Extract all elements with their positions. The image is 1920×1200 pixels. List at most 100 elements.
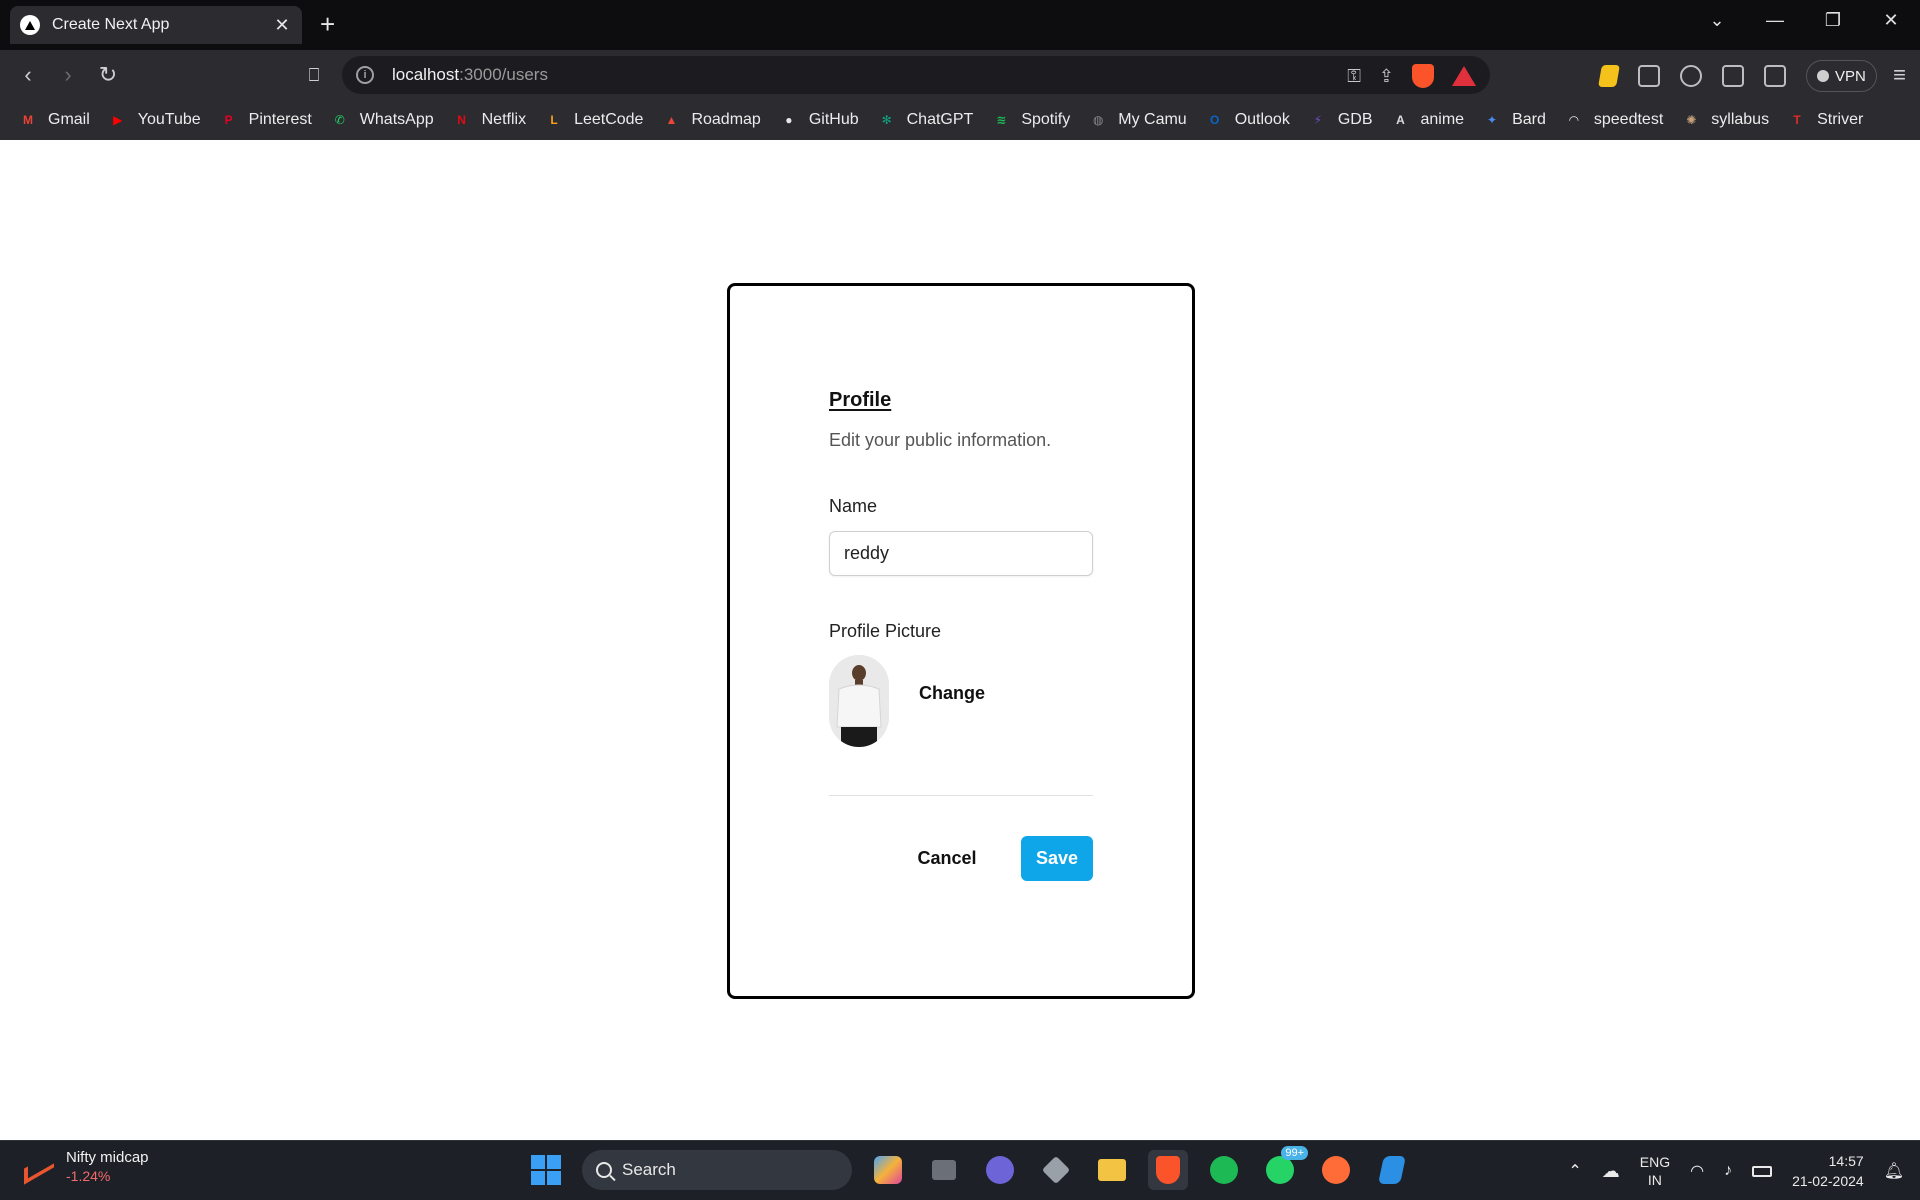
syllabus-icon: ✺ — [1686, 113, 1697, 127]
github-icon: ● — [785, 113, 793, 127]
reload-icon[interactable]: ↻ — [94, 62, 122, 88]
tab-search-chevron-icon[interactable]: ⌄ — [1688, 0, 1746, 40]
bookmark-label: Roadmap — [691, 111, 761, 128]
outlook-icon: O — [1210, 113, 1220, 127]
search-icon — [596, 1162, 612, 1178]
copilot-app-icon[interactable] — [868, 1150, 908, 1190]
notification-bell-icon[interactable]: 🔔︎ — [1884, 1161, 1904, 1181]
chatgpt-icon: ✻ — [881, 113, 892, 127]
clock[interactable]: 14:57 21-02-2024 — [1792, 1151, 1864, 1191]
taskbar-search[interactable]: Search — [582, 1150, 852, 1190]
taskbar-apps: Search 99+ — [526, 1146, 1412, 1190]
windows-start-icon[interactable] — [526, 1150, 566, 1190]
system-tray: ⌃ ☁ ENG IN ◠ ♪ 14:57 21-02-2024 🔔︎ — [1568, 1141, 1920, 1200]
cancel-button[interactable]: Cancel — [907, 836, 987, 881]
spotify-app-icon[interactable] — [1204, 1150, 1244, 1190]
chevron-up-icon[interactable]: ⌃ — [1568, 1161, 1581, 1181]
bookmark-label: Netflix — [481, 111, 527, 128]
file-explorer-icon[interactable] — [1092, 1150, 1132, 1190]
forward-arrow-icon[interactable]: › — [54, 62, 82, 88]
postman-app-icon[interactable] — [1316, 1150, 1356, 1190]
bookmark-anime[interactable]: Aanime — [1391, 110, 1465, 130]
onedrive-cloud-icon[interactable]: ☁ — [1602, 1161, 1620, 1182]
profile-subtitle: Edit your public information. — [829, 430, 1052, 450]
bookmark-my-camu[interactable]: ◍ My Camu — [1088, 110, 1187, 130]
whatsapp-app-icon[interactable]: 99+ — [1260, 1146, 1308, 1190]
extensions-puzzle-icon[interactable] — [1680, 65, 1702, 87]
bookmark-speedtest[interactable]: ◠ speedtest — [1564, 110, 1663, 130]
bookmark-pinterest[interactable]: P Pinterest — [219, 110, 312, 130]
tab-close-icon[interactable]: ✕ — [272, 15, 292, 36]
new-tab-button[interactable]: + — [320, 10, 335, 38]
bookmark-chatgpt[interactable]: ✻ ChatGPT — [877, 110, 974, 130]
bookmark-whatsapp[interactable]: ✆ WhatsApp — [330, 110, 434, 130]
bookmark-label: anime — [1420, 111, 1465, 128]
avatar — [829, 655, 889, 747]
battery-icon[interactable] — [1752, 1165, 1773, 1177]
save-button[interactable]: Save — [1021, 836, 1093, 881]
bookmark-syllabus[interactable]: ✺ syllabus — [1681, 110, 1769, 130]
bookmark-bard[interactable]: ✦ Bard — [1482, 110, 1546, 130]
extension-yellow-icon[interactable] — [1598, 65, 1620, 87]
bard-icon: ✦ — [1487, 113, 1498, 127]
bookmark-gdb[interactable]: ⚡ GDB — [1308, 110, 1373, 130]
unity-app-icon[interactable] — [1036, 1150, 1076, 1190]
gmail-icon: M — [23, 113, 33, 127]
clock-time: 14:57 — [1828, 1153, 1864, 1169]
bookmark-label: WhatsApp — [359, 111, 434, 128]
bookmark-roadmap[interactable]: ▲ Roadmap — [661, 110, 761, 130]
page-content: Profile Edit your public information. Na… — [0, 140, 1920, 1140]
address-bar[interactable]: i localhost:3000/users ⚿ ⇪ — [342, 56, 1490, 94]
browser-tab[interactable]: Create Next App ✕ — [10, 6, 302, 44]
brave-rewards-icon[interactable] — [1452, 66, 1476, 86]
anime-icon: A — [1396, 113, 1405, 127]
media-icon[interactable] — [1638, 65, 1660, 87]
minimize-button[interactable]: — — [1746, 0, 1804, 40]
bookmark-youtube[interactable]: ▶ YouTube — [108, 110, 201, 130]
vscode-app-icon[interactable] — [1372, 1150, 1412, 1190]
bookmark-label: syllabus — [1711, 111, 1770, 128]
restore-button[interactable]: ❐ — [1804, 0, 1862, 40]
bookmark-label: ChatGPT — [906, 111, 974, 128]
browser-toolbar: ‹ › ↻ ⎕ i localhost:3000/users ⚿ ⇪ VPN ≡ — [0, 50, 1920, 100]
teams-app-icon[interactable] — [980, 1150, 1020, 1190]
bookmark-icon[interactable]: ⎕ — [300, 62, 328, 88]
search-label: Search — [622, 1160, 676, 1179]
back-arrow-icon[interactable]: ‹ — [14, 62, 42, 88]
vpn-button[interactable]: VPN — [1806, 60, 1877, 92]
url-path: :3000/users — [459, 65, 548, 84]
bookmark-netflix[interactable]: N Netflix — [452, 110, 526, 130]
speedtest-icon: ◠ — [1569, 113, 1579, 127]
bookmark-striver[interactable]: T Striver — [1787, 110, 1863, 130]
wallet-icon[interactable] — [1764, 65, 1786, 87]
change-picture-button[interactable]: Change — [919, 683, 985, 704]
name-input[interactable] — [829, 531, 1093, 576]
tab-title: Create Next App — [52, 16, 170, 33]
site-info-icon[interactable]: i — [356, 66, 374, 84]
bookmark-outlook[interactable]: O Outlook — [1205, 110, 1290, 130]
share-icon[interactable]: ⇪ — [1379, 66, 1394, 87]
roadmap-icon: ▲ — [665, 113, 678, 127]
wifi-icon[interactable]: ◠ — [1690, 1161, 1704, 1181]
close-window-button[interactable]: ✕ — [1862, 0, 1920, 40]
sidebar-toggle-icon[interactable] — [1722, 65, 1744, 87]
widget-value: -1.24% — [66, 1168, 111, 1184]
brave-browser-icon[interactable] — [1148, 1150, 1188, 1190]
windows-taskbar: Nifty midcap -1.24% Search 99+ ⌃ ☁ ENG I… — [0, 1140, 1920, 1200]
task-view-icon[interactable] — [924, 1150, 964, 1190]
key-icon[interactable]: ⚿ — [1347, 66, 1361, 87]
volume-icon[interactable]: ♪ — [1724, 1162, 1732, 1180]
stock-widget[interactable]: Nifty midcap -1.24% — [24, 1149, 149, 1184]
form-divider — [829, 795, 1093, 796]
profile-form: Profile Edit your public information. Na… — [829, 389, 1093, 881]
bookmark-gmail[interactable]: M Gmail — [18, 110, 90, 130]
bookmark-spotify[interactable]: ≋ Spotify — [991, 110, 1070, 130]
whatsapp-badge: 99+ — [1281, 1146, 1308, 1160]
language-indicator[interactable]: ENG IN — [1640, 1153, 1670, 1189]
stock-trend-icon — [24, 1156, 54, 1178]
brave-shield-icon[interactable] — [1412, 64, 1434, 88]
bookmark-label: Spotify — [1021, 111, 1071, 128]
bookmark-github[interactable]: ● GitHub — [779, 110, 858, 130]
bookmark-leetcode[interactable]: L LeetCode — [544, 110, 643, 130]
hamburger-menu-icon[interactable]: ≡ — [1893, 62, 1906, 88]
